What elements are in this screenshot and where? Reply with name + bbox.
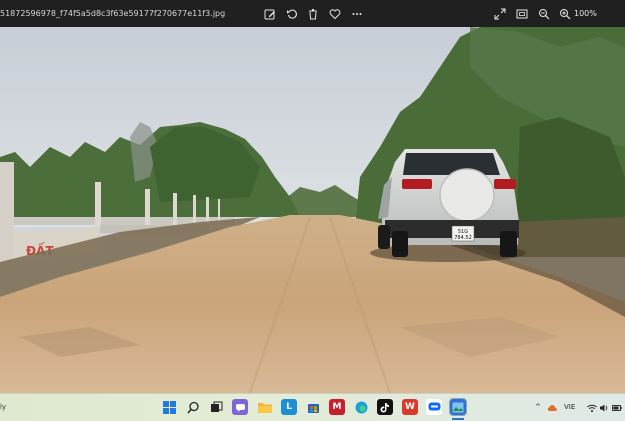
app-l-button[interactable]: L — [281, 399, 297, 415]
fullscreen-button[interactable] — [490, 4, 509, 23]
battery-tray-button[interactable] — [611, 402, 622, 413]
zoom-in-icon — [559, 8, 570, 19]
store-icon — [307, 403, 319, 413]
fence-post-front — [0, 162, 14, 262]
tiktok-icon — [380, 402, 389, 412]
chat-icon — [235, 403, 245, 412]
file-explorer-button[interactable] — [257, 399, 273, 415]
fullscreen-icon — [494, 8, 505, 19]
zoom-out-icon — [538, 8, 549, 19]
fence-post — [206, 197, 209, 223]
photo-canvas[interactable]: ĐẤT 51G 784.52 — [0, 27, 625, 393]
edit-image-button[interactable] — [260, 4, 279, 23]
tail-light-right — [494, 179, 516, 189]
photos-button[interactable] — [449, 398, 467, 416]
mcafee-icon: M — [332, 402, 342, 412]
search-button[interactable] — [185, 399, 201, 415]
search-icon — [186, 401, 199, 413]
rotate-button[interactable] — [282, 4, 301, 23]
store-button[interactable] — [305, 399, 321, 415]
wifi-icon — [586, 404, 597, 412]
rear-left-wheel — [392, 231, 408, 257]
favorite-icon — [329, 8, 340, 19]
more-icon — [352, 12, 361, 15]
plate-line-2: 784.52 — [454, 235, 472, 241]
left-wheel — [378, 225, 390, 249]
zoom-level[interactable]: 100% — [574, 0, 597, 27]
edit-image-icon — [264, 9, 275, 19]
chat-button[interactable] — [232, 399, 248, 415]
windows-logo-icon — [162, 400, 176, 414]
spare-tire-cover — [439, 168, 495, 222]
battery-icon — [611, 404, 622, 411]
language-indicator[interactable]: VIE — [564, 394, 575, 421]
start-button[interactable] — [161, 399, 177, 415]
car: 51G 784.52 — [378, 149, 519, 257]
zoom-out-button[interactable] — [534, 4, 553, 23]
favorite-button[interactable] — [325, 4, 344, 23]
taskbar: ly L M W ^ VIE — [0, 393, 625, 421]
rear-right-wheel — [500, 231, 517, 257]
rear-window — [403, 153, 500, 175]
wps-office-icon: W — [405, 402, 415, 412]
rotate-icon — [286, 9, 297, 19]
zalo-button[interactable] — [426, 399, 442, 415]
delete-icon — [308, 8, 317, 19]
cloud-icon — [547, 404, 557, 411]
folder-icon — [258, 403, 272, 413]
tray-overflow-chevron[interactable]: ^ — [535, 394, 541, 421]
task-view-button[interactable] — [208, 399, 224, 415]
mcafee-button[interactable]: M — [329, 399, 345, 415]
volume-tray-button[interactable] — [598, 402, 609, 413]
speaker-icon — [599, 404, 607, 411]
app-l-icon: L — [286, 402, 292, 412]
photo-image: ĐẤT 51G 784.52 — [0, 27, 625, 393]
wps-office-button[interactable]: W — [402, 399, 418, 415]
more-button[interactable] — [347, 4, 366, 23]
photos-icon — [452, 402, 464, 412]
wifi-tray-button[interactable] — [586, 402, 597, 413]
fence-post — [193, 195, 196, 225]
delete-button[interactable] — [303, 4, 322, 23]
zoom-in-button[interactable] — [555, 4, 574, 23]
tail-light-left — [402, 179, 432, 189]
zalo-icon — [428, 402, 440, 411]
file-name: 51872596978_f74f5a5d8c3f63e59177f270677e… — [0, 9, 226, 18]
onedrive-tray-button[interactable] — [546, 402, 557, 413]
edge-icon — [355, 401, 367, 413]
viewer-toolbar: 51872596978_f74f5a5d8c3f63e59177f270677e… — [0, 0, 625, 27]
fit-window-icon — [516, 9, 527, 18]
fit-window-button[interactable] — [512, 4, 531, 23]
status-text: ly — [0, 403, 7, 411]
edge-button[interactable] — [353, 399, 369, 415]
fence-post — [218, 199, 220, 221]
task-view-icon — [210, 401, 222, 412]
tiktok-button[interactable] — [377, 399, 393, 415]
fence-post — [173, 193, 177, 229]
